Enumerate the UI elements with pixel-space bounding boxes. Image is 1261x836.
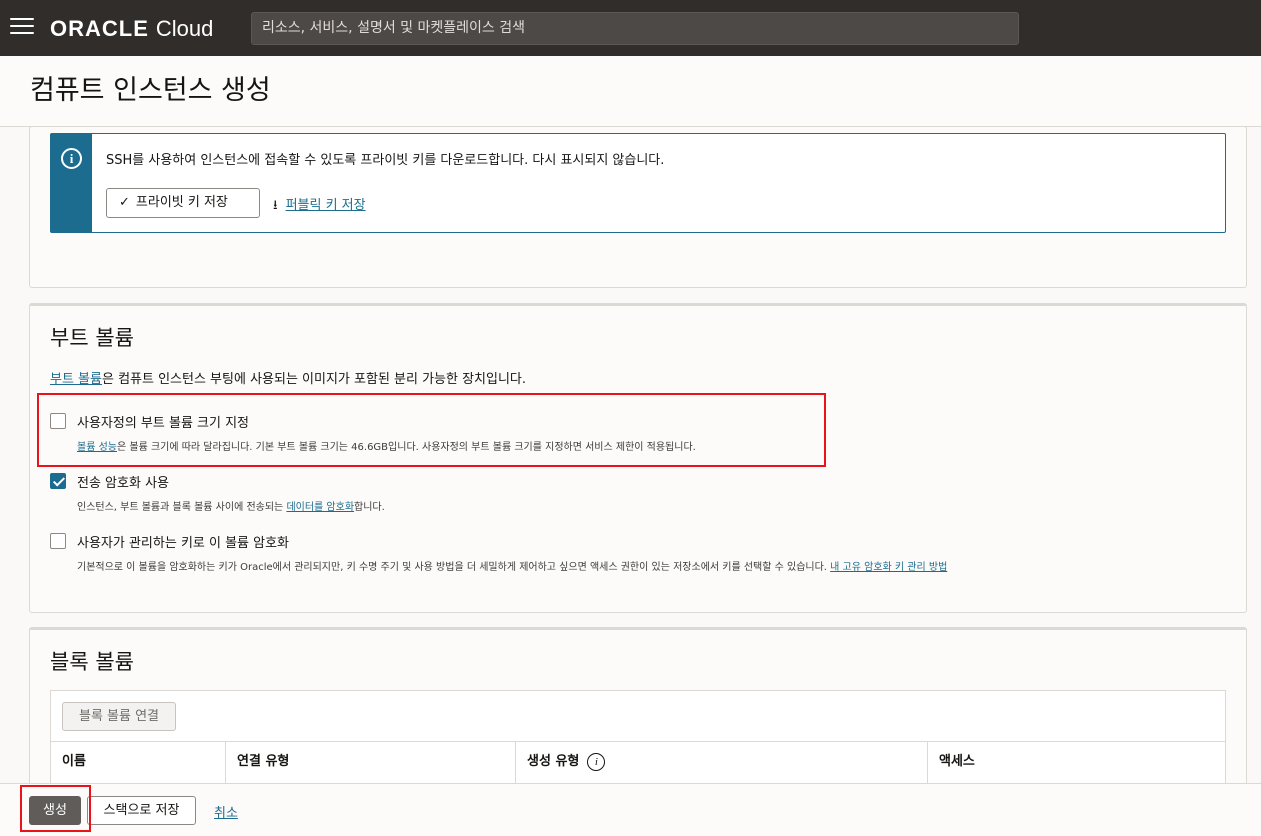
top-navigation-bar: ORACLE Cloud 리소스, 서비스, 설명서 및 마켓플레이스 검색: [0, 0, 1261, 56]
save-public-key-link[interactable]: ⭳ 퍼블릭 키 저장: [273, 194, 366, 218]
save-as-stack-button[interactable]: 스택으로 저장: [87, 796, 196, 825]
oracle-cloud-logo[interactable]: ORACLE Cloud: [50, 16, 213, 43]
save-private-key-label: 프라이빗 키 저장: [135, 195, 228, 210]
boot-volume-description: 부트 볼륨은 컴퓨트 인스턴스 부팅에 사용되는 이미지가 포함된 분리 가능한…: [50, 368, 526, 387]
cancel-link[interactable]: 취소: [214, 802, 238, 821]
customer-managed-key-help-text: 기본적으로 이 볼륨을 암호화하는 키가 Oracle에서 관리되지만, 키 수…: [77, 562, 831, 573]
save-private-key-button[interactable]: ✓ 프라이빗 키 저장: [106, 188, 260, 218]
notice-strip: i: [51, 134, 92, 232]
customer-managed-key-label: 사용자가 관리하는 키로 이 볼륨 암호화: [77, 536, 290, 551]
logo-brand: ORACLE: [50, 16, 149, 41]
ssh-key-notice: i SSH를 사용하여 인스턴스에 접속할 수 있도록 프라이빗 키를 다운로드…: [50, 133, 1226, 233]
boot-volume-link[interactable]: 부트 볼륨: [50, 372, 102, 387]
customer-managed-key-help: 기본적으로 이 볼륨을 암호화하는 키가 Oracle에서 관리되지만, 키 수…: [77, 558, 947, 573]
save-public-key-label: 퍼블릭 키 저장: [285, 198, 366, 213]
customer-managed-key-checkbox[interactable]: [50, 533, 66, 549]
download-icon: ⭳: [273, 198, 278, 213]
page-header: 컴퓨트 인스턴스 생성: [0, 56, 1261, 127]
creation-type-label: 생성 유형: [527, 754, 580, 769]
boot-volume-desc-text: 은 컴퓨트 인스턴스 부팅에 사용되는 이미지가 포함된 분리 가능한 장치입니…: [101, 372, 527, 387]
notice-message: SSH를 사용하여 인스턴스에 접속할 수 있도록 프라이빗 키를 다운로드합니…: [106, 153, 665, 168]
boot-volume-title: 부트 볼륨: [50, 326, 134, 350]
attach-block-volume-button[interactable]: 블록 볼륨 연결: [62, 702, 176, 731]
search-input[interactable]: 리소스, 서비스, 설명서 및 마켓플레이스 검색: [251, 12, 1019, 45]
in-transit-encryption-checkbox[interactable]: [50, 473, 66, 489]
in-transit-help-post: 합니다.: [354, 502, 385, 513]
checkmark-icon: ✓: [119, 195, 130, 210]
action-footer: 생성 스택으로 저장 취소: [0, 783, 1261, 836]
logo-product: Cloud: [155, 16, 214, 41]
hamburger-menu-icon[interactable]: [10, 18, 34, 38]
block-volume-table: 블록 볼륨 연결 이름 연결 유형 생성 유형 i 액세스: [50, 690, 1226, 792]
in-transit-encryption-help: 인스턴스, 부트 볼륨과 블록 볼륨 사이에 전송되는 데이터를 암호화합니다.: [77, 498, 385, 513]
highlight-box: [37, 393, 826, 467]
highlight-box: [20, 785, 91, 832]
info-icon: i: [61, 148, 82, 169]
encrypt-data-link[interactable]: 데이터를 암호화: [286, 502, 354, 513]
in-transit-encryption-label: 전송 암호화 사용: [77, 476, 169, 491]
manage-own-keys-link[interactable]: 내 고유 암호화 키 관리 방법: [830, 562, 947, 573]
block-volume-title: 블록 볼륨: [50, 650, 134, 674]
in-transit-help-pre: 인스턴스, 부트 볼륨과 블록 볼륨 사이에 전송되는: [77, 502, 287, 513]
info-icon[interactable]: i: [587, 753, 606, 771]
page-title: 컴퓨트 인스턴스 생성: [30, 75, 271, 106]
